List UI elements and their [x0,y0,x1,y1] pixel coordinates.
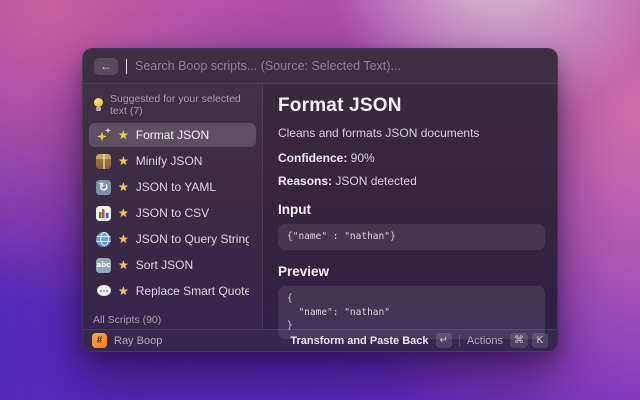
script-list-item[interactable]: ★ JSON to Query String [89,227,256,251]
arrows-cycle-icon [96,180,111,195]
script-label: Sort JSON [136,258,193,272]
abc-icon [96,258,111,273]
script-label: JSON to CSV [136,206,209,220]
favorite-star-icon: ★ [118,285,129,297]
suggested-section-header: Suggested for your selected text (7) [89,88,256,123]
boop-launcher-window: ← Search Boop scripts... (Source: Select… [82,48,558,352]
script-list-item[interactable]: ★ Format JSON [89,123,256,147]
script-label: JSON to YAML [136,180,216,194]
footer-actions: Transform and Paste Back ↵ Actions ⌘K [290,333,548,348]
confidence-value: 90% [347,151,374,165]
input-section-header: Input [278,202,545,217]
footer-divider [459,335,460,347]
reasons-line: Reasons: JSON detected [278,174,545,188]
back-button[interactable]: ← [94,58,118,75]
sparkles-icon [96,128,111,143]
reasons-label: Reasons: [278,174,332,188]
reasons-value: JSON detected [332,174,417,188]
script-label: Minify JSON [136,154,203,168]
favorite-star-icon: ★ [118,129,129,141]
favorite-star-icon: ★ [118,233,129,245]
suggested-header-label: Suggested for your selected text (7) [110,93,252,117]
key-badge: K [532,333,548,348]
all-scripts-header-label: All Scripts (90) [93,314,161,326]
globe-icon [96,232,111,247]
actions-menu-button[interactable]: Actions [467,335,503,347]
all-scripts-section-header: All Scripts (90) [89,305,256,329]
script-list-item[interactable]: ★ Sort JSON [89,253,256,277]
confidence-line: Confidence: 90% [278,151,545,165]
search-input[interactable]: Search Boop scripts... (Source: Selected… [135,59,401,73]
lightbulb-icon [93,98,104,112]
ray-boop-app-icon: # [92,333,107,348]
favorite-star-icon: ★ [118,207,129,219]
key-badge: ⌘ [510,333,528,348]
search-bar: ← Search Boop scripts... (Source: Select… [83,49,557,84]
main-area: Suggested for your selected text (7) ★ F… [83,84,557,329]
app-name-label: Ray Boop [114,335,162,347]
script-list-item[interactable]: ★ Replace Smart Quotes [89,279,256,303]
text-cursor [126,59,127,74]
detail-title: Format JSON [278,95,545,117]
favorite-star-icon: ★ [118,181,129,193]
favorite-star-icon: ★ [118,155,129,167]
script-list-item[interactable]: ★ JSON to YAML [89,175,256,199]
return-key-icon: ↵ [436,333,452,348]
preview-section-header: Preview [278,264,545,279]
primary-action-button[interactable]: Transform and Paste Back [290,335,428,347]
actions-keys: ⌘K [510,333,548,348]
speech-bubble-icon [96,284,111,299]
script-list-item[interactable]: ★ Minify JSON [89,149,256,173]
detail-description: Cleans and formats JSON documents [278,126,545,140]
detail-panel: Format JSON Cleans and formats JSON docu… [263,84,557,329]
confidence-label: Confidence: [278,151,347,165]
footer-app-info: # Ray Boop [92,333,162,348]
suggested-list: ★ Format JSON ★ Minify JSON ★ JSON to YA… [89,123,256,303]
action-bar: # Ray Boop Transform and Paste Back ↵ Ac… [83,329,557,351]
scripts-sidebar: Suggested for your selected text (7) ★ F… [83,84,263,329]
script-label: JSON to Query String [136,232,249,246]
favorite-star-icon: ★ [118,259,129,271]
script-list-item[interactable]: ★ JSON to CSV [89,201,256,225]
input-code-block: {"name" : "nathan"} [278,224,545,250]
package-icon [96,154,111,169]
bar-chart-icon [96,206,111,221]
script-label: Replace Smart Quotes [136,284,249,298]
script-label: Format JSON [136,128,209,142]
